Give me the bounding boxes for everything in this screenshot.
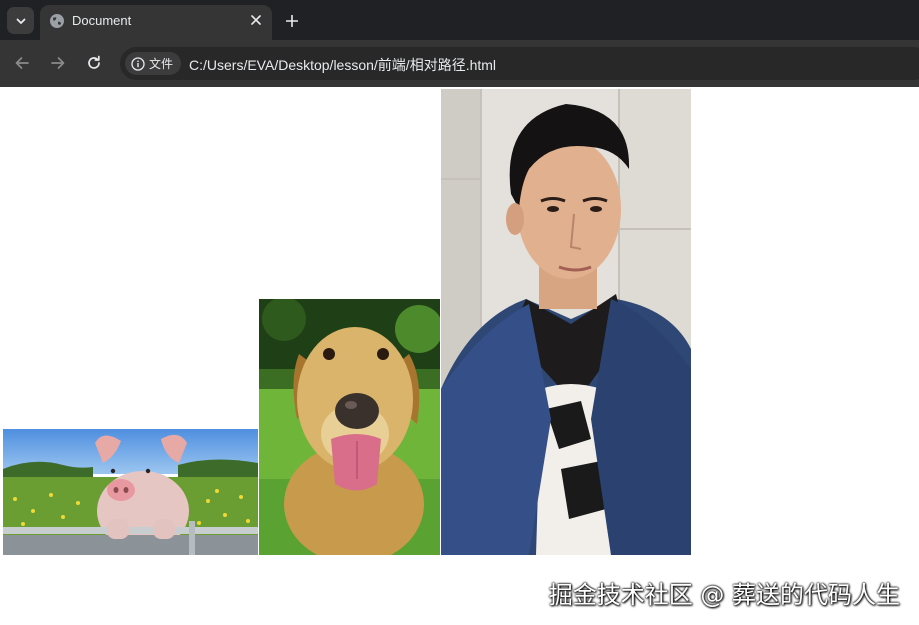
globe-icon [50,14,64,28]
close-icon [251,15,261,25]
back-button[interactable] [11,52,33,74]
man-photo [441,89,691,555]
address-bar[interactable]: 文件 C:/Users/EVA/Desktop/lesson/前端/相对路径.h… [120,47,919,80]
tab-close-button[interactable] [249,13,263,27]
toolbar: 文件 C:/Users/EVA/Desktop/lesson/前端/相对路径.h… [0,40,919,87]
new-tab-button[interactable] [281,10,303,32]
chevron-down-icon [16,18,25,24]
tab-strip: Document [0,0,919,40]
info-icon [131,56,145,71]
site-info-chip[interactable]: 文件 [125,52,182,75]
watermark-text: 掘金技术社区 @ 葬送的代码人生 [548,581,900,609]
pig-photo [3,429,258,555]
forward-button[interactable] [47,52,69,74]
url-text[interactable]: C:/Users/EVA/Desktop/lesson/前端/相对路径.html [189,55,496,75]
arrow-left-icon [15,57,29,69]
arrow-right-icon [51,57,65,69]
dog-photo [259,299,440,555]
site-info-label: 文件 [149,57,174,71]
tab-document[interactable]: Document [40,5,272,40]
plus-icon [286,15,298,27]
tab-title: Document [72,13,132,28]
browser-window: Document 文件 C:/Users/EVA/Desktop/lesson/… [0,0,919,625]
reload-icon [88,55,100,69]
reload-button[interactable] [83,52,105,74]
page-content: 掘金技术社区 @ 葬送的代码人生 [0,87,919,625]
tab-search-button[interactable] [7,7,34,34]
